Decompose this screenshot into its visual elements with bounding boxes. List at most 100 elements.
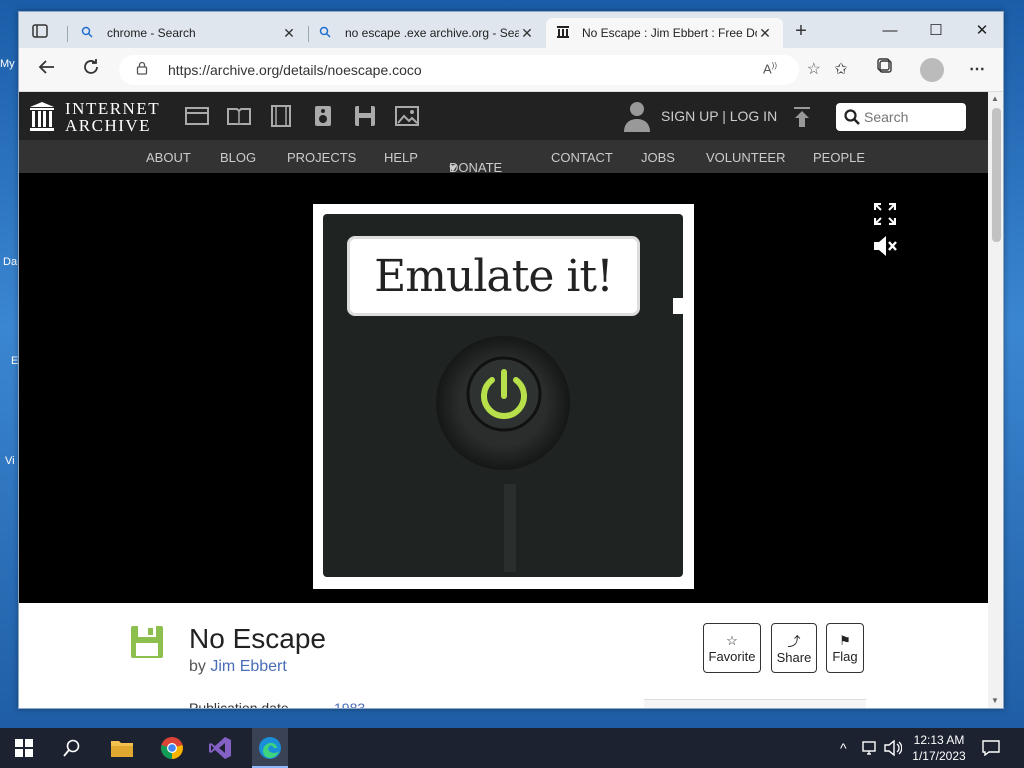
fullscreen-icon[interactable] xyxy=(873,202,897,230)
new-tab-button[interactable]: + xyxy=(791,21,811,42)
share-button[interactable]: ⤴ Share xyxy=(771,623,817,673)
maximize-button[interactable]: ☐ xyxy=(913,18,959,44)
notifications-icon[interactable] xyxy=(982,740,1000,759)
page-viewport: INTERNET ARCHIVE SIGN UP | LOG IN Search… xyxy=(19,92,988,709)
lock-icon[interactable] xyxy=(136,61,148,78)
read-aloud-icon[interactable]: A)) xyxy=(763,61,777,76)
address-bar: https://archive.org/details/noescape.coc… xyxy=(19,48,1003,92)
chrome-button[interactable] xyxy=(160,736,184,760)
favorites-icon[interactable]: ✩ xyxy=(829,58,853,82)
desktop-icon-label[interactable]: Da xyxy=(3,256,17,268)
texts-icon[interactable] xyxy=(226,104,252,128)
scroll-down-icon[interactable]: ▼ xyxy=(991,696,999,705)
nav-blog[interactable]: BLOG xyxy=(220,150,256,165)
profile-avatar[interactable] xyxy=(920,58,944,82)
item-byline: by Jim Ebbert xyxy=(189,658,287,676)
url-text: https://archive.org/details/noescape.coc… xyxy=(168,62,422,78)
emulator-cover[interactable]: Emulate it! xyxy=(313,204,694,589)
refresh-button[interactable] xyxy=(79,58,103,82)
nav-jobs[interactable]: JOBS xyxy=(641,150,675,165)
ia-nav: ABOUT BLOG PROJECTS HELP DONATE ♥ CONTAC… xyxy=(19,140,988,175)
nav-contact[interactable]: CONTACT xyxy=(551,150,613,165)
tab-title: No Escape : Jim Ebbert : Free Do xyxy=(582,26,757,40)
media-icons xyxy=(184,104,420,128)
favorite-button[interactable]: ☆ Favorite xyxy=(703,623,761,673)
favorite-label: Favorite xyxy=(708,648,756,664)
software-icon[interactable] xyxy=(352,104,378,128)
tab-actions-button[interactable] xyxy=(29,21,51,41)
archive-icon xyxy=(556,25,572,42)
more-menu-icon[interactable]: ⋯ xyxy=(965,58,989,82)
tab-no-escape-search[interactable]: no escape .exe archive.org - Sear ✕ xyxy=(309,18,545,48)
start-button[interactable] xyxy=(12,736,36,760)
star-icon: ☆ xyxy=(726,632,738,648)
taskbar-search-button[interactable] xyxy=(60,736,84,760)
nav-about[interactable]: ABOUT xyxy=(146,150,191,165)
side-panel xyxy=(644,699,866,708)
close-tab-icon[interactable]: ✕ xyxy=(757,25,773,42)
volume-icon[interactable] xyxy=(884,739,903,759)
author-link[interactable]: Jim Ebbert xyxy=(210,658,286,675)
sign-up-log-in-link[interactable]: SIGN UP | LOG IN xyxy=(661,108,777,124)
scroll-up-icon[interactable]: ▲ xyxy=(991,94,999,103)
edge-button[interactable] xyxy=(258,736,282,760)
chrome-icon xyxy=(161,737,183,759)
windows-icon xyxy=(15,739,33,757)
by-prefix: by xyxy=(189,658,206,675)
pubdate-label: Publication date xyxy=(189,700,289,709)
nav-volunteer[interactable]: VOLUNTEER xyxy=(706,150,785,165)
archive-temple-icon xyxy=(30,102,54,131)
item-title: No Escape xyxy=(189,623,326,654)
ia-search-input[interactable] xyxy=(864,107,960,127)
clock-time: 12:13 AM xyxy=(913,733,965,747)
tab-bar: chrome - Search ✕ no escape .exe archive… xyxy=(19,12,1003,48)
floppy-disk-image: Emulate it! xyxy=(323,214,685,577)
search-icon xyxy=(63,739,80,757)
nav-projects[interactable]: PROJECTS xyxy=(287,150,356,165)
back-arrow-icon xyxy=(38,60,54,74)
flag-button[interactable]: ⚑ Flag xyxy=(826,623,864,673)
desktop-icon-label[interactable]: Vi xyxy=(5,455,15,467)
show-hidden-icons[interactable]: ^ xyxy=(840,740,847,756)
wordmark-line1: INTERNET xyxy=(65,99,161,118)
taskbar: ^ 12:13 AM 1/17/2023 xyxy=(0,728,1024,768)
disk-slot xyxy=(504,484,516,572)
power-icon xyxy=(466,356,542,432)
file-explorer-button[interactable] xyxy=(110,736,134,760)
collections-icon[interactable] xyxy=(873,58,897,82)
close-tab-icon[interactable]: ✕ xyxy=(519,25,535,42)
scrollbar[interactable]: ▲ ▼ xyxy=(988,92,1003,708)
refresh-icon xyxy=(84,59,98,74)
web-icon[interactable] xyxy=(184,104,210,128)
share-icon: ⤴ xyxy=(787,634,801,649)
ia-logo[interactable]: INTERNET ARCHIVE xyxy=(29,100,160,134)
url-field[interactable]: https://archive.org/details/noescape.coc… xyxy=(119,55,821,85)
images-icon[interactable] xyxy=(394,104,420,128)
floppy-software-icon xyxy=(130,625,164,664)
nav-help[interactable]: HELP xyxy=(384,150,418,165)
scroll-thumb[interactable] xyxy=(992,108,1001,242)
tab-chrome-search[interactable]: chrome - Search ✕ xyxy=(71,18,307,48)
tab-title: chrome - Search xyxy=(107,26,196,40)
tab-no-escape-archive[interactable]: No Escape : Jim Ebbert : Free Do ✕ xyxy=(546,18,783,48)
user-icon[interactable] xyxy=(622,100,652,137)
power-button[interactable] xyxy=(436,336,570,470)
video-icon[interactable] xyxy=(268,104,294,128)
audio-icon[interactable] xyxy=(310,104,336,128)
taskbar-clock[interactable]: 12:13 AM 1/17/2023 xyxy=(904,732,974,764)
search-icon xyxy=(844,109,860,130)
upload-icon[interactable] xyxy=(793,106,811,133)
visual-studio-button[interactable] xyxy=(208,736,232,760)
mute-icon[interactable] xyxy=(872,235,898,262)
minimize-button[interactable]: — xyxy=(867,18,913,44)
add-favorite-icon[interactable]: ☆ xyxy=(807,59,821,79)
close-tab-icon[interactable]: ✕ xyxy=(281,25,297,42)
back-button[interactable] xyxy=(35,58,59,82)
nav-people[interactable]: PEOPLE xyxy=(813,150,865,165)
flag-label: Flag xyxy=(832,648,858,664)
emulate-it-text: Emulate it! xyxy=(374,250,614,302)
desktop-icon-label[interactable]: My xyxy=(0,58,15,70)
pubdate-value[interactable]: 1983-07 xyxy=(334,700,370,708)
close-window-button[interactable]: ✕ xyxy=(959,18,1003,44)
network-icon[interactable] xyxy=(862,740,880,759)
